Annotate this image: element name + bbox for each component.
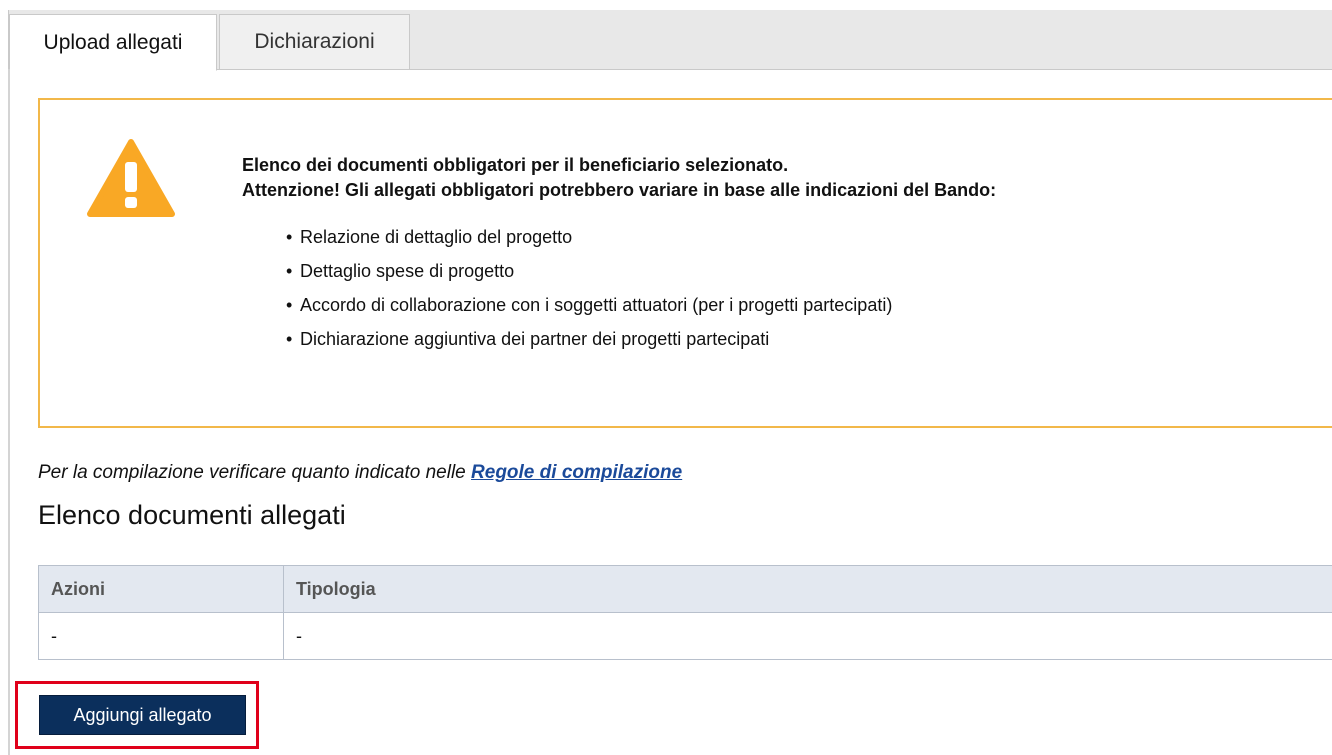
list-item: Relazione di dettaglio del progetto (286, 224, 892, 258)
column-header-azioni: Azioni (38, 565, 284, 613)
column-header-tipologia: Tipologia (283, 565, 1332, 613)
cell-azioni: - (38, 612, 284, 660)
warning-box: Elenco dei documenti obbligatori per il … (38, 98, 1332, 428)
tab-upload-allegati[interactable]: Upload allegati (9, 14, 217, 71)
regole-compilazione-link[interactable]: Regole di compilazione (471, 462, 682, 483)
content-left-border (8, 69, 10, 755)
required-documents-list: Relazione di dettaglio del progetto Dett… (286, 224, 892, 360)
list-item: Dettaglio spese di progetto (286, 258, 892, 292)
warning-title-line-1: Elenco dei documenti obbligatori per il … (242, 155, 789, 175)
tab-bar: Upload allegati Dichiarazioni (8, 10, 1332, 71)
warning-title: Elenco dei documenti obbligatori per il … (242, 153, 996, 203)
list-item: Accordo di collaborazione con i soggetti… (286, 292, 892, 326)
table-header-row: Azioni Tipologia (38, 565, 1332, 613)
list-item: Dichiarazione aggiuntiva dei partner dei… (286, 326, 892, 360)
warning-title-line-2: Attenzione! Gli allegati obbligatori pot… (242, 180, 997, 200)
add-attachment-button[interactable]: Aggiungi allegato (39, 695, 246, 735)
page: Upload allegati Dichiarazioni Elenco dei… (0, 0, 1332, 755)
warning-triangle-icon (87, 139, 175, 217)
section-title: Elenco documenti allegati (38, 500, 346, 530)
table-row: - - (38, 612, 1332, 660)
compilation-hint: Per la compilazione verificare quanto in… (38, 462, 682, 484)
attachments-table: Azioni Tipologia - - (38, 565, 1332, 660)
cell-tipologia: - (283, 612, 1332, 660)
hint-text: Per la compilazione verificare quanto in… (38, 462, 466, 483)
tab-dichiarazioni[interactable]: Dichiarazioni (219, 14, 410, 70)
